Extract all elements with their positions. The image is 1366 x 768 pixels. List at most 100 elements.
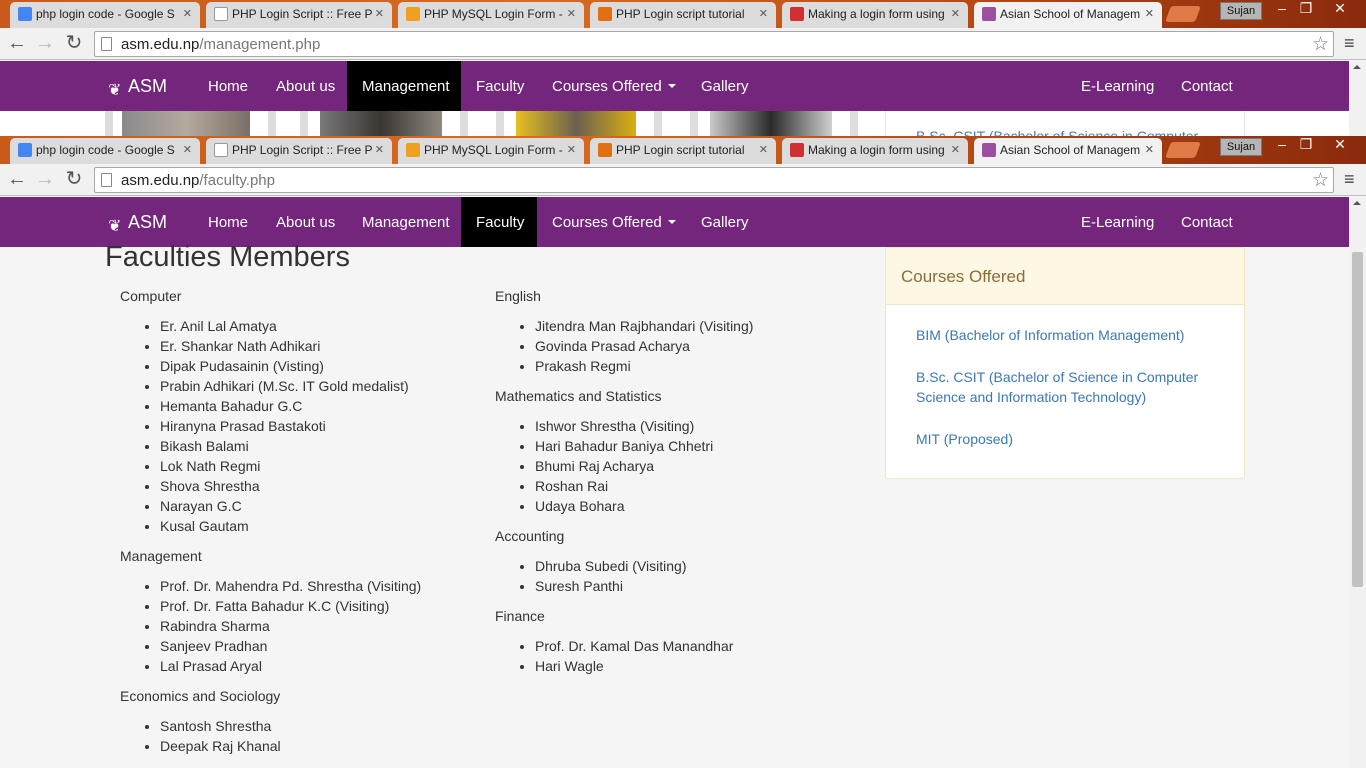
nav-faculty[interactable]: Faculty xyxy=(461,61,539,111)
forward-arrow-icon[interactable]: → xyxy=(34,33,56,55)
bookmark-star-icon[interactable]: ☆ xyxy=(1312,169,1329,192)
page-title: Faculties Members xyxy=(105,241,350,273)
restore-icon[interactable]: ❐ xyxy=(1294,136,1318,156)
browser-tab[interactable]: PHP Login Script :: Free P ✕ xyxy=(206,138,392,164)
list-item: Er. Shankar Nath Adhikari xyxy=(160,336,421,356)
list-item: Jitendra Man Rajbhandari (Visiting) xyxy=(535,316,753,336)
browser-tab[interactable]: PHP MySQL Login Form - ✕ xyxy=(398,138,584,164)
address-bar[interactable]: asm.edu.np/faculty.php ☆ xyxy=(94,167,1334,193)
close-tab-icon[interactable]: ✕ xyxy=(183,143,192,156)
close-tab-icon[interactable]: ✕ xyxy=(567,7,576,20)
tab-title: Making a login form using xyxy=(808,143,945,157)
list-item: Udaya Bohara xyxy=(535,496,753,516)
close-window-icon[interactable]: ✕ xyxy=(1328,0,1352,20)
user-profile-button[interactable]: Sujan xyxy=(1220,2,1262,20)
scrollbar[interactable] xyxy=(1349,61,1366,136)
nav-management[interactable]: Management xyxy=(347,197,465,247)
scroll-up-icon[interactable] xyxy=(1353,65,1361,69)
nav-elearning[interactable]: E-Learning xyxy=(1066,61,1169,111)
nav-gallery[interactable]: Gallery xyxy=(686,61,764,111)
close-tab-icon[interactable]: ✕ xyxy=(1145,7,1154,20)
minimize-icon[interactable]: – xyxy=(1270,136,1294,156)
nav-home[interactable]: Home xyxy=(193,197,263,247)
browser-tab[interactable]: PHP MySQL Login Form - ✕ xyxy=(398,2,584,28)
list-item: Lok Nath Regmi xyxy=(160,456,421,476)
nav-home[interactable]: Home xyxy=(193,61,263,111)
site-favicon-icon xyxy=(406,143,420,157)
course-link-mit[interactable]: MIT (Proposed) xyxy=(916,429,1214,449)
nav-courses-offered[interactable]: Courses Offered xyxy=(537,61,691,111)
course-link-bsc-csit[interactable]: B.Sc. CSIT (Bachelor of Science in Compu… xyxy=(916,367,1214,407)
restore-icon[interactable]: ❐ xyxy=(1294,0,1318,20)
close-tab-icon[interactable]: ✕ xyxy=(1145,143,1154,156)
chart-favicon-icon xyxy=(598,7,612,21)
close-tab-icon[interactable]: ✕ xyxy=(759,7,768,20)
scrollbar[interactable] xyxy=(1349,197,1366,768)
back-arrow-icon[interactable]: ← xyxy=(6,33,28,55)
browser-tab[interactable]: php login code - Google S ✕ xyxy=(10,2,200,28)
photo-frame xyxy=(105,111,113,136)
list-item: Lal Prasad Aryal xyxy=(160,656,421,676)
caret-down-icon xyxy=(667,220,676,224)
course-link-bim[interactable]: BIM (Bachelor of Information Management) xyxy=(916,325,1214,345)
course-link-peek[interactable]: B.Sc. CSIT (Bachelor of Science in Compu… xyxy=(916,128,1198,136)
group-heading: Accounting xyxy=(495,528,565,544)
browser-tab[interactable]: PHP Login script tutorial ✕ xyxy=(590,138,776,164)
close-tab-icon[interactable]: ✕ xyxy=(375,143,384,156)
brand-logo[interactable]: ❦ ASM xyxy=(108,76,168,99)
faculty-column-left: Computer Er. Anil Lal Amatya Er. Shankar… xyxy=(120,286,421,766)
scroll-up-icon[interactable] xyxy=(1353,201,1361,205)
back-arrow-icon[interactable]: ← xyxy=(6,169,28,191)
browser-tab[interactable]: php login code - Google S ✕ xyxy=(10,138,200,164)
user-profile-button[interactable]: Sujan xyxy=(1220,138,1262,156)
new-tab-button[interactable] xyxy=(1165,6,1201,22)
close-window-icon[interactable]: ✕ xyxy=(1328,136,1352,156)
photo-frame xyxy=(850,111,858,136)
minimize-icon[interactable]: – xyxy=(1270,0,1294,20)
close-tab-icon[interactable]: ✕ xyxy=(951,143,960,156)
panel-heading: Courses Offered xyxy=(886,248,1244,305)
close-tab-icon[interactable]: ✕ xyxy=(183,7,192,20)
close-tab-icon[interactable]: ✕ xyxy=(759,143,768,156)
browser-tab[interactable]: PHP Login Script :: Free P ✕ xyxy=(206,2,392,28)
new-tab-button[interactable] xyxy=(1165,142,1201,158)
nav-gallery[interactable]: Gallery xyxy=(686,197,764,247)
tab-title: PHP Login script tutorial xyxy=(616,7,745,21)
nav-contact[interactable]: Contact xyxy=(1166,61,1248,111)
list-item: Suresh Panthi xyxy=(535,576,753,596)
nav-about[interactable]: About us xyxy=(261,197,350,247)
nav-contact[interactable]: Contact xyxy=(1166,197,1248,247)
group-heading: Finance xyxy=(495,608,545,624)
nav-management[interactable]: Management xyxy=(347,61,461,111)
management-photo xyxy=(516,111,636,136)
chrome-menu-icon[interactable]: ≡ xyxy=(1344,34,1358,52)
browser-tab-active[interactable]: Asian School of Managem ✕ xyxy=(974,2,1162,28)
reload-icon[interactable]: ↻ xyxy=(63,169,85,191)
list-item: Hari Bahadur Baniya Chhetri xyxy=(535,436,753,456)
chrome-menu-icon[interactable]: ≡ xyxy=(1344,170,1358,188)
forward-arrow-icon[interactable]: → xyxy=(34,169,56,191)
reload-icon[interactable]: ↻ xyxy=(63,33,85,55)
nav-elearning[interactable]: E-Learning xyxy=(1066,197,1169,247)
list-item: Dhruba Subedi (Visiting) xyxy=(535,556,753,576)
browser-tab-active[interactable]: Asian School of Managem ✕ xyxy=(974,138,1162,164)
brand-text: ASM xyxy=(128,76,168,96)
nav-faculty[interactable]: Faculty xyxy=(461,197,537,247)
brand-logo[interactable]: ❦ ASM xyxy=(108,212,167,235)
list-item: Prabin Adhikari (M.Sc. IT Gold medalist) xyxy=(160,376,421,396)
tab-title: PHP MySQL Login Form - xyxy=(424,143,563,157)
group-heading: Computer xyxy=(120,288,182,304)
scrollbar-thumb[interactable] xyxy=(1352,252,1363,587)
close-tab-icon[interactable]: ✕ xyxy=(951,7,960,20)
address-bar[interactable]: asm.edu.np/management.php ☆ xyxy=(94,31,1334,57)
nav-about[interactable]: About us xyxy=(261,61,350,111)
close-tab-icon[interactable]: ✕ xyxy=(567,143,576,156)
close-tab-icon[interactable]: ✕ xyxy=(375,7,384,20)
browser-tab[interactable]: PHP Login script tutorial ✕ xyxy=(590,2,776,28)
nav-courses-offered[interactable]: Courses Offered xyxy=(537,197,691,247)
browser-tab[interactable]: Making a login form using ✕ xyxy=(782,2,968,28)
list-item: Prof. Dr. Mahendra Pd. Shrestha (Visitin… xyxy=(160,576,421,596)
browser-tab[interactable]: Making a login form using ✕ xyxy=(782,138,968,164)
asm-logo-icon: ❦ xyxy=(108,218,122,235)
bookmark-star-icon[interactable]: ☆ xyxy=(1312,33,1329,56)
